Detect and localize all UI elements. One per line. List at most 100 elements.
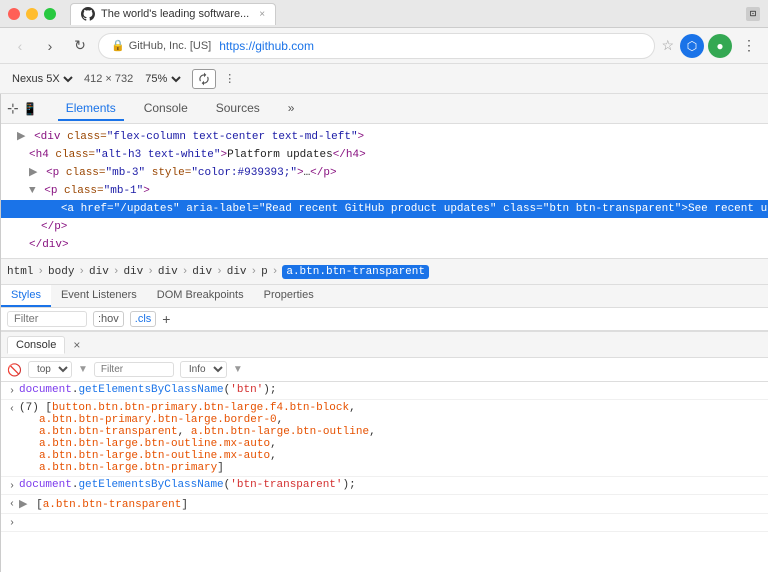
styles-tab-dom-breakpoints[interactable]: DOM Breakpoints <box>147 285 254 307</box>
tree-line-6[interactable]: </p> <box>1 218 768 236</box>
console-stop-icon[interactable]: 🚫 <box>7 363 22 377</box>
tab-bar: The world's leading software... × <box>70 3 740 25</box>
zoom-select[interactable]: 75% <box>141 72 184 86</box>
tree-line-4[interactable]: ▼ <p class="mb-1"> <box>1 182 768 200</box>
tree-line-1[interactable]: ▶ <div class="flex-column text-center te… <box>1 128 768 146</box>
tree-line-5-selected[interactable]: <a href="/updates" aria-label="Read rece… <box>1 200 768 218</box>
url-text: https://github.com <box>219 39 314 53</box>
tab-close-button[interactable]: × <box>259 9 265 20</box>
tab-console[interactable]: Console <box>136 97 196 121</box>
console-arrow-right-1: › <box>9 386 15 397</box>
console-info-select[interactable]: Info <box>180 361 227 378</box>
html-tree: ▶ <div class="flex-column text-center te… <box>1 124 768 259</box>
expand-arrow-2: ▶ <box>29 167 37 179</box>
tree-line-3[interactable]: ▶ <p class="mb-3" style="color:#939393;"… <box>1 164 768 182</box>
crumb-div-4[interactable]: div <box>192 266 212 278</box>
console-tab[interactable]: Console <box>7 336 65 354</box>
emulation-more-button[interactable]: ⋮ <box>224 72 235 85</box>
console-prompt: › <box>1 514 768 532</box>
main-area: + Platform updates <box>0 94 768 572</box>
crumb-div-5[interactable]: div <box>227 266 247 278</box>
title-bar: The world's leading software... × ⊡ <box>0 0 768 28</box>
styles-tab-event-listeners[interactable]: Event Listeners <box>51 285 147 307</box>
console-toolbar-row: 🚫 top ▼ Info ▼ ⚙ <box>1 358 768 382</box>
add-style-button[interactable]: + <box>162 311 170 327</box>
console-level-select[interactable]: top <box>28 361 72 378</box>
styles-tabs: Styles Event Listeners DOM Breakpoints P… <box>1 285 768 308</box>
extension-button-1[interactable]: ⬡ <box>680 34 704 58</box>
styles-tab-styles[interactable]: Styles <box>1 285 51 307</box>
console-filter-arrow: ▼ <box>78 364 88 375</box>
styles-filter-bar: :hov .cls + position 0 <box>1 308 768 331</box>
hover-pseudo-filter[interactable]: :hov <box>93 311 124 327</box>
tab-title: The world's leading software... <box>101 8 249 20</box>
viewport-size: 412 × 732 <box>84 73 133 85</box>
cls-filter[interactable]: .cls <box>130 311 157 327</box>
crumb-html[interactable]: html <box>7 266 33 278</box>
back-button[interactable]: ‹ <box>8 34 32 58</box>
more-menu-button[interactable]: ⋮ <box>738 33 760 58</box>
console-code-2: (7) [button.btn.btn-primary.btn-large.f4… <box>19 402 376 474</box>
minimize-window-button[interactable] <box>26 8 38 20</box>
address-bar: ‹ › ↻ 🔒 GitHub, Inc. [US] https://github… <box>0 28 768 64</box>
console-code-3: document.getElementsByClassName('btn-tra… <box>19 479 356 491</box>
console-section: Console × 🚫 top ▼ Info ▼ ⚙ › <box>1 332 768 572</box>
console-close-button[interactable]: × <box>73 338 80 352</box>
device-select[interactable]: Nexus 5X <box>8 72 76 86</box>
crumb-div-3[interactable]: div <box>158 266 178 278</box>
rotate-button[interactable] <box>192 69 216 89</box>
console-input-line[interactable] <box>19 516 26 528</box>
crumb-p[interactable]: p <box>261 266 268 278</box>
console-arrow-right-2: › <box>9 481 15 492</box>
extension-button-2[interactable]: ● <box>708 34 732 58</box>
console-code-1: document.getElementsByClassName('btn'); <box>19 384 276 396</box>
devtools-panel: ⊹ 📱 Elements Console Sources » ⋮ × ▶ <di… <box>0 94 768 572</box>
tab-more[interactable]: » <box>280 97 303 121</box>
maximize-window-button[interactable] <box>44 8 56 20</box>
crumb-div-2[interactable]: div <box>123 266 143 278</box>
styles-filter-input[interactable] <box>7 311 87 327</box>
restore-button[interactable]: ⊡ <box>746 7 760 21</box>
devtools-tabs: ⊹ 📱 Elements Console Sources » ⋮ × <box>1 94 768 124</box>
window-controls: ⊡ <box>746 7 760 21</box>
close-window-button[interactable] <box>8 8 20 20</box>
reload-button[interactable]: ↻ <box>68 34 92 58</box>
bookmark-icon[interactable]: ☆ <box>661 37 674 54</box>
console-entry-2: ‹ (7) [button.btn.btn-primary.btn-large.… <box>1 400 768 477</box>
console-filter-input[interactable] <box>94 362 174 377</box>
crumb-div-1[interactable]: div <box>89 266 109 278</box>
console-info-arrow: ▼ <box>233 364 243 375</box>
inspect-element-icon[interactable]: ⊹ <box>7 100 19 117</box>
github-favicon <box>81 7 95 21</box>
lock-icon: 🔒 <box>111 39 125 52</box>
company-name: GitHub, Inc. [US] <box>129 40 212 52</box>
styles-tab-properties[interactable]: Properties <box>254 285 324 307</box>
console-entry-1: › document.getElementsByClassName('btn')… <box>1 382 768 400</box>
extension-buttons: ⬡ ● <box>680 34 732 58</box>
tab-sources[interactable]: Sources <box>208 97 268 121</box>
browser-tab[interactable]: The world's leading software... × <box>70 3 276 25</box>
console-toolbar: Console × <box>1 332 768 358</box>
address-input[interactable]: 🔒 GitHub, Inc. [US] https://github.com <box>98 33 655 59</box>
device-toolbar-icon[interactable]: 📱 <box>23 102 38 116</box>
crumb-a-active[interactable]: a.btn.btn-transparent <box>282 265 429 279</box>
crumb-body[interactable]: body <box>48 266 74 278</box>
expand-arrow-3: ▼ <box>29 185 36 197</box>
console-entry-4: ‹ ▶ [a.btn.btn-transparent] <box>1 495 768 514</box>
rotate-icon <box>197 72 211 86</box>
traffic-lights <box>8 8 56 20</box>
console-entry-3: › document.getElementsByClassName('btn-t… <box>1 477 768 495</box>
tree-line-2[interactable]: <h4 class="alt-h3 text-white">Platform u… <box>1 146 768 164</box>
expand-arrow-output[interactable]: ▶ <box>19 499 27 511</box>
console-arrow-left-2: ‹ <box>9 499 15 510</box>
emulation-bar: Nexus 5X 412 × 732 75% ⋮ <box>0 64 768 94</box>
console-code-4: ▶ [a.btn.btn-transparent] <box>19 497 188 511</box>
breadcrumb-bar: html › body › div › div › div › div › di… <box>1 259 768 285</box>
forward-button[interactable]: › <box>38 34 62 58</box>
console-body: › document.getElementsByClassName('btn')… <box>1 382 768 572</box>
expand-arrow: ▶ <box>17 131 25 143</box>
devtools-inspector-icons: ⊹ 📱 <box>7 100 38 117</box>
tree-line-7[interactable]: </div> <box>1 236 768 254</box>
tab-elements[interactable]: Elements <box>58 97 124 121</box>
styles-panel: Styles Event Listeners DOM Breakpoints P… <box>1 285 768 332</box>
